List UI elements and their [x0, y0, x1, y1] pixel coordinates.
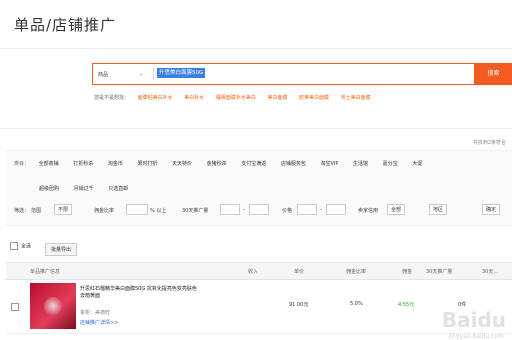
seller-select[interactable]: 全部: [387, 204, 406, 215]
chevron-down-icon[interactable]: ⌄: [139, 71, 143, 77]
range-dash: -: [243, 207, 245, 213]
commission-cell: 4.55元: [398, 302, 415, 308]
filter-lead: 筛选：: [14, 208, 30, 214]
volume-cell: 0件: [458, 302, 467, 308]
baidu-watermark: Baidu: [441, 308, 506, 332]
column-header: 单品推广信息: [30, 269, 61, 275]
category-link[interactable]: 只选直邮: [108, 186, 128, 192]
batch-export-button[interactable]: 批量导出: [45, 243, 78, 256]
category-link[interactable]: 金猪秒杀: [207, 161, 227, 167]
column-header[interactable]: 收入: [248, 268, 258, 275]
product-jar: [44, 297, 62, 315]
search-button[interactable]: 搜索: [475, 63, 512, 85]
range-label: 范围: [31, 208, 42, 214]
category-link[interactable]: 大促: [412, 161, 422, 167]
promo-max-input[interactable]: [249, 204, 269, 215]
category-link[interactable]: 支付宝满返: [241, 161, 266, 167]
promo-label: 30天推广量: [182, 208, 209, 214]
suggestion-link[interactable]: 美白面膜: [267, 95, 287, 101]
category-link[interactable]: 天天特价: [172, 161, 192, 167]
suggestion-row: 您是不是想找： 面膜贴美白补水 美白补水 睡眠面膜补水美白 美白面膜 欧莱美白面…: [94, 94, 381, 101]
row-checkbox[interactable]: [11, 303, 19, 311]
suggestion-lead: 您是不是想找：: [94, 95, 130, 101]
result-count: 共找到2条符合: [472, 140, 506, 146]
category-link[interactable]: 超级团购: [39, 186, 59, 192]
range-dash: -: [320, 207, 322, 213]
column-header[interactable]: 佣金: [402, 268, 412, 275]
suggestion-link[interactable]: 美白补水: [184, 95, 204, 101]
category-lead: 类目：: [14, 161, 30, 167]
column-header[interactable]: 单价: [294, 268, 304, 275]
commission-suffix: % 以上: [150, 208, 167, 214]
page-title: 单品/店铺推广: [14, 16, 117, 34]
suggestion-link[interactable]: 睡眠面膜补水美白: [216, 95, 256, 101]
action-row: 全选: [10, 242, 31, 250]
confirm-button[interactable]: 确定: [482, 204, 501, 215]
search-bar: 商品 ⌄ 升思美白面膜50G: [92, 63, 475, 85]
suggestion-link[interactable]: 面膜贴美白补水: [138, 95, 173, 101]
category-row-2: 超级团购 月销过千 只选直邮: [39, 185, 141, 192]
suggestion-link[interactable]: 欧莱美白面膜: [299, 95, 329, 101]
divider: [0, 48, 512, 49]
region-select[interactable]: 地区: [429, 204, 448, 215]
product-title[interactable]: 升思红石榴精华美白面膜50G 抗氧化提亮色变亮肤色去暗黄面: [80, 286, 200, 300]
category-row: 类目： 全部商铺 打折秒杀 淘金币 限时打折 天天特价 金猪秒杀 支付宝满返 店…: [14, 160, 512, 167]
category-link[interactable]: 淘金币: [108, 161, 123, 167]
price-cell: 91.00元: [289, 302, 309, 308]
category-link[interactable]: 嘉分宝: [383, 161, 398, 167]
table-header: 单品推广信息 收入 单价 佣金比率 佣金 30天推广量 30天…: [6, 262, 512, 280]
search-input[interactable]: 升思美白面膜50G: [157, 68, 206, 78]
shop-promo-link[interactable]: 店铺推广详情>>: [80, 319, 118, 326]
category-link[interactable]: 淘宝VIP: [320, 161, 338, 167]
category-link[interactable]: 限时打折: [137, 161, 157, 167]
promo-min-input[interactable]: [220, 204, 240, 215]
category-link[interactable]: 全部商铺: [39, 161, 59, 167]
price-label: 价格: [282, 208, 293, 214]
divider: [153, 68, 154, 80]
seller-label: 卖家信用: [358, 208, 379, 214]
shop-owner: 掌柜：美德旺: [80, 310, 111, 316]
category-link[interactable]: 店铺服务包: [281, 161, 306, 167]
column-header[interactable]: 30天推广量: [426, 268, 452, 275]
price-min-input[interactable]: [297, 204, 317, 215]
column-header[interactable]: 30天…: [482, 268, 498, 275]
search-category-select[interactable]: 商品: [98, 71, 108, 78]
commission-label: 佣金比率: [94, 208, 115, 214]
product-image[interactable]: [30, 283, 76, 329]
range-select[interactable]: 不限: [54, 204, 73, 215]
category-link[interactable]: 生活馆: [353, 161, 368, 167]
filter-row: 筛选： 范围 不限 佣金比率 % 以上 30天推广量 - 价格 - 卖家信用 全…: [14, 204, 501, 215]
select-all-checkbox[interactable]: [10, 242, 18, 250]
column-header[interactable]: 佣金比率: [346, 268, 366, 275]
rate-cell: 5.0%: [350, 301, 363, 307]
category-link[interactable]: 打折秒杀: [73, 161, 93, 167]
table-row: 升思红石榴精华美白面膜50G 抗氧化提亮色变亮肤色去暗黄面 掌柜：美德旺 店铺推…: [6, 283, 512, 334]
price-max-input[interactable]: [326, 204, 346, 215]
divider: [0, 128, 512, 129]
commission-input[interactable]: [126, 204, 148, 215]
category-link[interactable]: 月销过千: [74, 186, 94, 192]
suggestion-link[interactable]: 男士美白面膜: [341, 95, 371, 101]
watermark-url: jingyan.baidu.com: [448, 333, 504, 340]
select-all-label: 全选: [21, 243, 32, 250]
